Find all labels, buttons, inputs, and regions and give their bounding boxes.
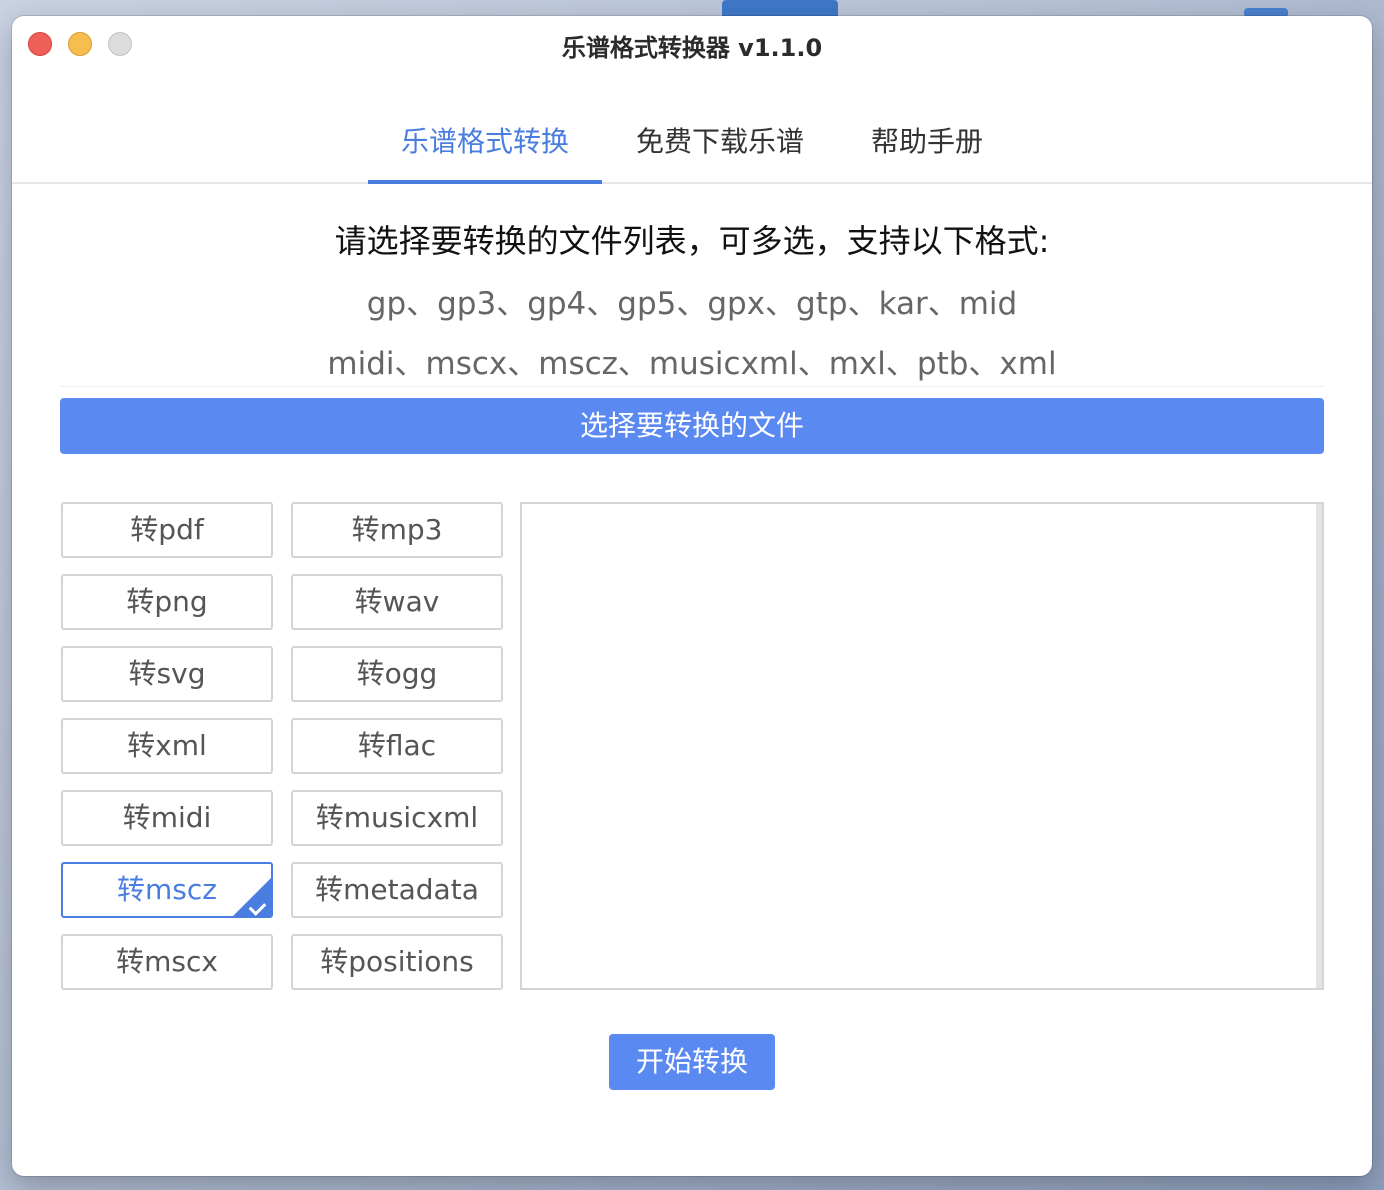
desktop-background-decoration <box>722 0 838 16</box>
window-title: 乐谱格式转换器 v1.1.0 <box>561 34 823 62</box>
option-to-midi[interactable]: 转midi <box>61 790 273 846</box>
option-to-xml[interactable]: 转xml <box>61 718 273 774</box>
supported-formats-line-2: midi、mscx、mscz、musicxml、mxl、ptb、xml <box>327 346 1057 382</box>
supported-formats-line-1: gp、gp3、gp4、gp5、gpx、gtp、kar、mid <box>366 286 1018 322</box>
option-label: 转mscz <box>117 873 217 906</box>
tab-help-manual[interactable]: 帮助手册 <box>852 120 1002 182</box>
option-to-ogg[interactable]: 转ogg <box>291 646 503 702</box>
option-to-mscx[interactable]: 转mscx <box>61 934 273 990</box>
option-to-flac[interactable]: 转flac <box>291 718 503 774</box>
app-window: 乐谱格式转换器 v1.1.0 乐谱格式转换 免费下载乐谱 帮助手册 请选择要转换… <box>12 16 1372 1176</box>
divider <box>60 386 1324 387</box>
instruction-text: 请选择要转换的文件列表，可多选，支持以下格式: <box>334 222 1050 260</box>
start-convert-button[interactable]: 开始转换 <box>609 1034 775 1090</box>
file-list-scrollbar[interactable] <box>1316 504 1322 988</box>
option-to-png[interactable]: 转png <box>61 574 273 630</box>
option-to-positions[interactable]: 转positions <box>291 934 503 990</box>
option-to-mp3[interactable]: 转mp3 <box>291 502 503 558</box>
option-to-mscz[interactable]: 转mscz <box>61 862 273 918</box>
file-list-box[interactable] <box>520 502 1324 990</box>
select-files-button[interactable]: 选择要转换的文件 <box>60 398 1324 454</box>
option-to-svg[interactable]: 转svg <box>61 646 273 702</box>
option-to-musicxml[interactable]: 转musicxml <box>291 790 503 846</box>
tab-bar: 乐谱格式转换 免费下载乐谱 帮助手册 <box>12 120 1372 184</box>
option-to-wav[interactable]: 转wav <box>291 574 503 630</box>
tab-format-convert[interactable]: 乐谱格式转换 <box>368 120 602 184</box>
tab-free-download[interactable]: 免费下载乐谱 <box>620 120 820 182</box>
option-to-pdf[interactable]: 转pdf <box>61 502 273 558</box>
title-bar: 乐谱格式转换器 v1.1.0 <box>12 16 1372 72</box>
option-to-metadata[interactable]: 转metadata <box>291 862 503 918</box>
